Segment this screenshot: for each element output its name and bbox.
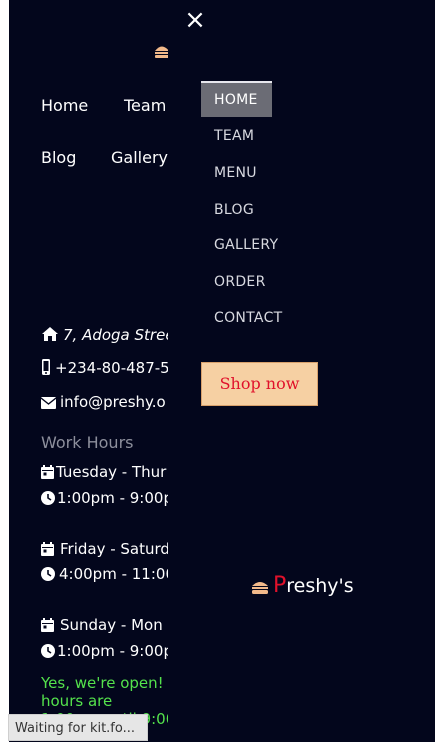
nav-home[interactable]: Home xyxy=(41,96,88,115)
menu-item-gallery[interactable]: GALLERY xyxy=(201,227,278,263)
open-status-line: hours are xyxy=(41,692,113,710)
hours-days-text: Tuesday - Thur xyxy=(56,463,167,481)
close-icon[interactable]: × xyxy=(183,7,207,33)
hours-time-3: 1:00pm - 9:00p xyxy=(41,642,168,660)
page: Home Team Blog Gallery 7, Adoga Stree +2… xyxy=(9,0,435,742)
clock-icon xyxy=(41,567,55,581)
nav-blog[interactable]: Blog xyxy=(41,148,76,167)
hours-days-2: Friday - Saturd xyxy=(41,540,168,558)
menu-item-home[interactable]: HOME xyxy=(201,81,272,117)
address-line: 7, Adoga Stree xyxy=(41,326,168,344)
clock-icon xyxy=(41,491,55,505)
hours-days-text: Friday - Saturd xyxy=(60,540,168,558)
burger-icon xyxy=(155,46,168,58)
hours-time-text: 1:00pm - 9:00p xyxy=(57,642,168,660)
menu-item-menu[interactable]: MENU xyxy=(201,155,271,191)
hours-days-1: Tuesday - Thur xyxy=(41,463,166,481)
phone-icon xyxy=(42,359,50,375)
hours-time-2: 4:00pm - 11:00 xyxy=(41,565,168,583)
calendar-icon xyxy=(41,542,54,556)
menu-item-blog[interactable]: BLOG xyxy=(201,192,271,228)
hours-time-text: 4:00pm - 11:00 xyxy=(59,565,168,583)
menu-item-contact[interactable]: CONTACT xyxy=(201,300,282,336)
phone-line[interactable]: +234-80-487-54 xyxy=(41,359,168,377)
phone-text: +234-80-487-54 xyxy=(55,359,168,377)
work-hours-title: Work Hours xyxy=(41,433,134,452)
menu-item-order[interactable]: ORDER xyxy=(201,264,271,300)
brand-rest: reshy's xyxy=(286,575,354,597)
email-line[interactable]: info@preshy.o xyxy=(40,393,166,411)
shop-now-button[interactable]: Shop now xyxy=(201,362,318,406)
nav-team[interactable]: Team xyxy=(124,96,166,115)
background-content: Home Team Blog Gallery 7, Adoga Stree +2… xyxy=(9,0,168,742)
hours-days-3: Sunday - Mon xyxy=(41,616,163,634)
browser-status-bar: Waiting for kit.fo... xyxy=(8,714,148,741)
calendar-icon xyxy=(41,465,54,479)
home-icon xyxy=(42,327,58,341)
hours-days-text: Sunday - Mon xyxy=(60,616,163,634)
burger-icon xyxy=(252,582,268,594)
brand-first-letter: P xyxy=(273,573,287,598)
envelope-icon xyxy=(40,397,57,409)
clock-icon xyxy=(41,644,55,658)
email-text: info@preshy.o xyxy=(60,393,166,411)
brand-logo[interactable]: Preshy's xyxy=(251,573,354,598)
open-status-line: Yes, we're open! To xyxy=(41,674,168,692)
menu-item-team[interactable]: TEAM xyxy=(201,118,271,154)
address-text: 7, Adoga Stree xyxy=(63,326,168,344)
calendar-icon xyxy=(41,618,54,632)
hours-time-text: 1:00pm - 9:00p xyxy=(57,489,168,507)
nav-gallery[interactable]: Gallery xyxy=(111,148,168,167)
hours-time-1: 1:00pm - 9:00p xyxy=(41,489,168,507)
